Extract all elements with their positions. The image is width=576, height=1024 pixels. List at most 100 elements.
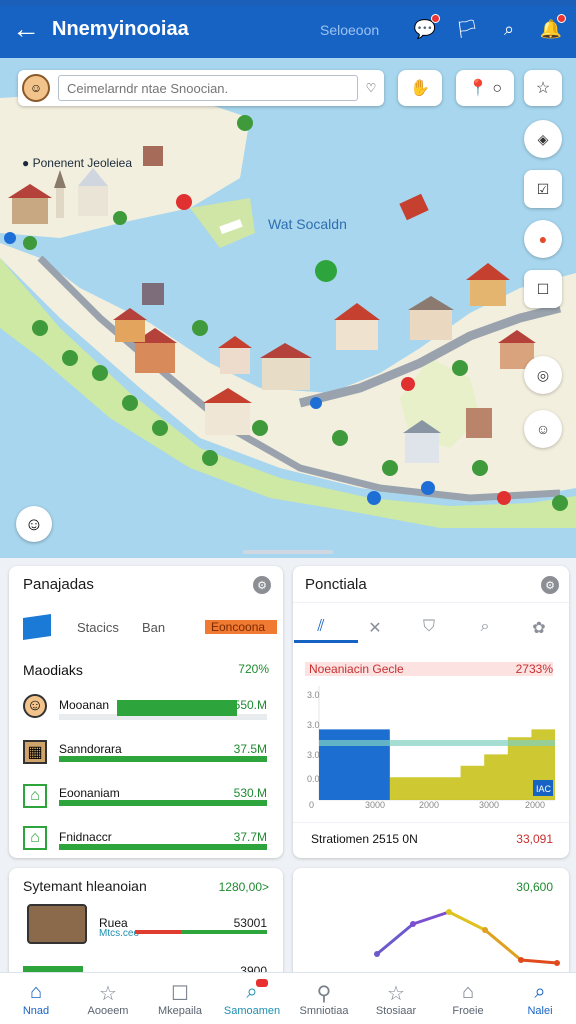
- nav-item-favorites[interactable]: ☆ Aooeem: [72, 973, 144, 1024]
- row-label: Mooanan: [59, 698, 110, 712]
- compass-button[interactable]: ◎: [524, 356, 562, 394]
- progress-bar: [59, 844, 267, 850]
- drag-handle[interactable]: [243, 550, 333, 554]
- search-icon[interactable]: ⌕: [494, 14, 524, 44]
- active-tab-indicator: [294, 640, 358, 643]
- notification-dot: [557, 14, 566, 23]
- search-input[interactable]: [58, 75, 358, 101]
- flag-icon[interactable]: 🏳: [452, 14, 482, 44]
- tab-settings[interactable]: ✿: [519, 618, 559, 638]
- tab-chart[interactable]: ⫽: [301, 618, 341, 636]
- line-segment: [484, 928, 522, 962]
- search-icon: ⌕: [480, 618, 490, 635]
- hand-icon: ✋: [410, 80, 430, 97]
- y-tick: 0.0: [307, 774, 320, 784]
- nav-item-places[interactable]: ⚲ Smniotiaa: [288, 973, 360, 1024]
- tab-close[interactable]: ✕: [355, 618, 395, 638]
- nav-item-saved[interactable]: ☆ Stosiaar: [360, 973, 432, 1024]
- chat-icon[interactable]: 💬: [410, 14, 440, 44]
- record-icon: ●: [538, 231, 548, 247]
- cube-icon: [23, 614, 51, 640]
- nav-label: Smniotiaa: [299, 1004, 349, 1017]
- star-icon: ☆: [535, 80, 551, 97]
- compass-icon: ◎: [536, 366, 550, 383]
- avatar[interactable]: ☺: [22, 74, 50, 102]
- nav-item-messages[interactable]: ☐ Mkepaila: [144, 973, 216, 1024]
- line-segment: [376, 922, 414, 956]
- heart-icon[interactable]: ♡: [358, 81, 384, 95]
- header-actions: 💬 🏳 ⌕ 🔔: [410, 14, 566, 44]
- gear-icon[interactable]: ⚙: [253, 576, 271, 594]
- card-title: Ponctiala: [305, 576, 367, 593]
- shield-icon: ⛉: [422, 618, 435, 635]
- notification-icon[interactable]: 🔔: [536, 14, 566, 44]
- gesture-button[interactable]: ✋: [398, 70, 442, 106]
- line-point: [482, 927, 488, 933]
- y-tick: 3.0: [307, 750, 320, 760]
- picture-icon: ▦: [23, 740, 47, 764]
- x-tick: 3000: [365, 800, 385, 810]
- card-line-chart: 30,600: [293, 868, 569, 978]
- chart-icon: ⫽: [317, 618, 325, 635]
- y-tick: 3.0: [307, 690, 320, 700]
- record-button[interactable]: ●: [524, 220, 562, 258]
- segment-statics[interactable]: Stacics: [77, 620, 119, 635]
- section-title: Maodiaks: [23, 662, 83, 678]
- line-segment: [448, 910, 486, 932]
- section-value: 720%: [238, 662, 269, 676]
- card-value: 30,600: [516, 880, 553, 894]
- nav-label: Stosiaar: [375, 1004, 417, 1017]
- notification-dot: [431, 14, 440, 23]
- smiley-button[interactable]: ☺: [16, 506, 52, 542]
- row-label: Fnidnaccr: [59, 830, 112, 844]
- nav-item-profile[interactable]: ⌂ Froeie: [432, 973, 504, 1024]
- card-panajadas: Panajadas ⚙ Stacics Ban Eoncoona Maodiak…: [9, 566, 283, 858]
- building-icon: ⌂: [23, 784, 47, 808]
- chat-icon: ☐: [536, 280, 550, 297]
- avatar: ☺: [23, 694, 47, 718]
- nav-item-explore[interactable]: ⌕ Nalei: [504, 973, 576, 1024]
- progress-bar: [59, 800, 267, 806]
- footer-value: 33,091: [516, 832, 553, 846]
- line-point: [410, 921, 416, 927]
- back-button[interactable]: ←: [0, 0, 52, 58]
- line-chart: [374, 909, 560, 966]
- checklist-icon: ☑: [536, 180, 550, 197]
- layers-icon: ◈: [537, 130, 549, 147]
- nav-label: Samoamen: [223, 1004, 281, 1017]
- segment-ban[interactable]: Ban: [142, 620, 165, 635]
- row-value: 530.M: [233, 786, 267, 800]
- card-sytemant: Sytemant hleanoian 1280,00> Ruea Mtcs.ce…: [9, 868, 283, 978]
- map-view[interactable]: ☺ ♡ ✋ 📍 ○ ☆ ◈ ☑ ● ☐ ◎ ☺ ● Ponenent Jeole…: [0, 58, 576, 558]
- nav-label: Mkepaila: [157, 1004, 203, 1017]
- home-icon: ⌂: [23, 826, 47, 850]
- location-button[interactable]: 📍 ○: [456, 70, 514, 106]
- nav-label: Nalei: [527, 1004, 553, 1017]
- chat-button[interactable]: ☐: [524, 270, 562, 308]
- segment-active[interactable]: Eoncoona: [205, 620, 277, 634]
- feedback-button[interactable]: ☺: [524, 410, 562, 448]
- home-icon: ⌂: [461, 980, 475, 1003]
- tab-shield[interactable]: ⛉: [409, 618, 449, 636]
- y-tick: 0: [309, 800, 314, 810]
- area-highlight: [319, 740, 555, 746]
- smile-icon: ☺: [535, 421, 551, 437]
- gear-icon[interactable]: ⚙: [541, 576, 559, 594]
- header-subtitle: Seloeoon: [320, 22, 380, 38]
- card-value: 1280,00>: [218, 880, 269, 894]
- nav-item-search[interactable]: ⌕ Samoamen: [216, 973, 288, 1024]
- row-label: Eoonaniam: [59, 786, 120, 800]
- home-icon: ⌂: [29, 980, 43, 1003]
- pin-icon: ⚲: [316, 982, 332, 1005]
- nav-item-home[interactable]: ⌂ Nnad: [0, 973, 72, 1024]
- card-title: Panajadas: [23, 576, 94, 593]
- line-segment: [520, 958, 558, 965]
- checklist-button[interactable]: ☑: [524, 170, 562, 208]
- star-icon: ☆: [387, 982, 405, 1005]
- sea-label: Wat Socaldn: [268, 216, 347, 232]
- progress-remainder: [181, 930, 267, 934]
- tab-search[interactable]: ⌕: [465, 618, 505, 636]
- favorite-button[interactable]: ☆: [524, 70, 562, 106]
- line-point: [446, 909, 452, 915]
- layers-button[interactable]: ◈: [524, 120, 562, 158]
